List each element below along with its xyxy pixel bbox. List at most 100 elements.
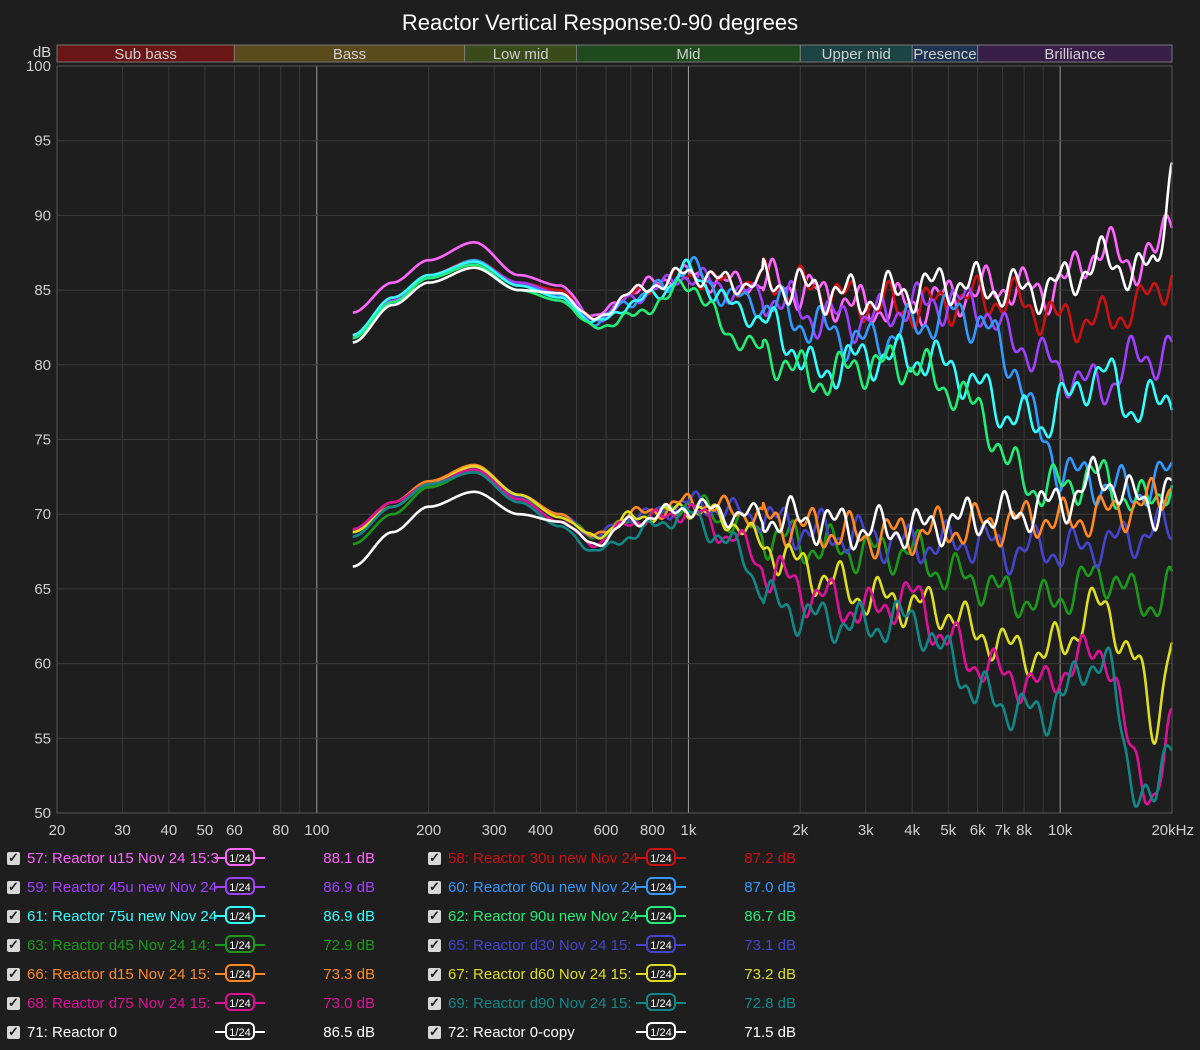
smoothing-badge[interactable]: 1/24 xyxy=(636,993,686,1013)
legend-checkbox[interactable] xyxy=(428,845,441,871)
y-tick-label: 70 xyxy=(34,506,51,523)
x-tick-label: 30 xyxy=(114,822,131,839)
legend-level-value: 73.2 dB xyxy=(744,966,796,983)
legend-item[interactable]: 58: Reactor 30u new Nov 24 1/24 87.2 dB xyxy=(428,845,828,872)
legend-series-name: 69: Reactor d90 Nov 24 15: xyxy=(448,995,632,1012)
band-label: Sub bass xyxy=(114,46,177,63)
y-tick-label: 60 xyxy=(34,656,51,673)
legend-series-name: 60: Reactor 60u new Nov 24 xyxy=(448,879,639,896)
legend-series-name: 68: Reactor d75 Nov 24 15: xyxy=(27,995,211,1012)
legend-series-name: 71: Reactor 0 xyxy=(27,1024,118,1041)
x-tick-label: 10k xyxy=(1048,822,1073,839)
x-tick-label: 1k xyxy=(681,822,697,839)
legend-series-name: 65: Reactor d30 Nov 24 15: xyxy=(448,937,632,954)
x-tick-label: 800 xyxy=(640,822,665,839)
x-tick-label: 7k xyxy=(995,822,1011,839)
x-tick-label: 60 xyxy=(226,822,243,839)
legend-series-name: 57: Reactor u15 Nov 24 15:3 xyxy=(27,850,219,867)
legend-checkbox[interactable] xyxy=(7,903,20,929)
x-tick-label: 600 xyxy=(593,822,618,839)
legend-item[interactable]: 68: Reactor d75 Nov 24 15: 1/24 73.0 dB xyxy=(7,990,407,1017)
y-tick-label: 85 xyxy=(34,282,51,299)
smoothing-label: 1/24 xyxy=(646,935,676,953)
legend-level-value: 87.0 dB xyxy=(744,879,796,896)
legend-item[interactable]: 57: Reactor u15 Nov 24 15:3 1/24 88.1 dB xyxy=(7,845,407,872)
legend-checkbox[interactable] xyxy=(7,932,20,958)
smoothing-badge[interactable]: 1/24 xyxy=(215,906,265,926)
y-tick-label: 80 xyxy=(34,357,51,374)
legend-item[interactable]: 69: Reactor d90 Nov 24 15: 1/24 72.8 dB xyxy=(428,990,828,1017)
smoothing-badge[interactable]: 1/24 xyxy=(215,848,265,868)
band-label: Upper mid xyxy=(822,46,891,63)
x-tick-label: 100 xyxy=(304,822,329,839)
smoothing-label: 1/24 xyxy=(225,993,255,1011)
legend: 57: Reactor u15 Nov 24 15:3 1/24 88.1 dB 58… xyxy=(0,845,1200,1050)
legend-level-value: 73.3 dB xyxy=(323,966,375,983)
smoothing-label: 1/24 xyxy=(225,1022,255,1040)
legend-item[interactable]: 61: Reactor 75u new Nov 24 1/24 86.9 dB xyxy=(7,903,407,930)
y-tick-label: 50 xyxy=(34,805,51,822)
band-label: Presence xyxy=(913,46,976,63)
legend-series-name: 67: Reactor d60 Nov 24 15: xyxy=(448,966,632,983)
legend-checkbox[interactable] xyxy=(428,903,441,929)
smoothing-badge[interactable]: 1/24 xyxy=(215,877,265,897)
smoothing-badge[interactable]: 1/24 xyxy=(215,935,265,955)
smoothing-label: 1/24 xyxy=(646,906,676,924)
legend-checkbox[interactable] xyxy=(428,932,441,958)
legend-checkbox[interactable] xyxy=(428,990,441,1016)
smoothing-label: 1/24 xyxy=(225,935,255,953)
legend-checkbox[interactable] xyxy=(428,1019,441,1045)
x-tick-label: 3k xyxy=(858,822,874,839)
band-label: Mid xyxy=(676,46,700,63)
legend-item[interactable]: 72: Reactor 0-copy 1/24 71.5 dB xyxy=(428,1019,828,1046)
legend-series-name: 59: Reactor 45u new Nov 24 xyxy=(27,879,218,896)
legend-checkbox[interactable] xyxy=(7,1019,20,1045)
legend-item[interactable]: 59: Reactor 45u new Nov 24 1/24 86.9 dB xyxy=(7,874,407,901)
legend-checkbox[interactable] xyxy=(7,874,20,900)
smoothing-label: 1/24 xyxy=(646,848,676,866)
legend-item[interactable]: 67: Reactor d60 Nov 24 15: 1/24 73.2 dB xyxy=(428,961,828,988)
smoothing-label: 1/24 xyxy=(225,848,255,866)
smoothing-badge[interactable]: 1/24 xyxy=(636,1022,686,1042)
legend-item[interactable]: 65: Reactor d30 Nov 24 15: 1/24 73.1 dB xyxy=(428,932,828,959)
legend-item[interactable]: 71: Reactor 0 1/24 86.5 dB xyxy=(7,1019,407,1046)
smoothing-label: 1/24 xyxy=(225,877,255,895)
x-tick-label: 6k xyxy=(970,822,986,839)
legend-level-value: 72.8 dB xyxy=(744,995,796,1012)
smoothing-badge[interactable]: 1/24 xyxy=(636,906,686,926)
legend-series-name: 66: Reactor d15 Nov 24 15: xyxy=(27,966,211,983)
x-tick-label: 200 xyxy=(416,822,441,839)
legend-checkbox[interactable] xyxy=(7,961,20,987)
legend-checkbox[interactable] xyxy=(428,961,441,987)
smoothing-badge[interactable]: 1/24 xyxy=(215,993,265,1013)
smoothing-badge[interactable]: 1/24 xyxy=(215,964,265,984)
legend-level-value: 73.0 dB xyxy=(323,995,375,1012)
smoothing-badge[interactable]: 1/24 xyxy=(636,848,686,868)
smoothing-badge[interactable]: 1/24 xyxy=(636,935,686,955)
x-tick-label: 400 xyxy=(528,822,553,839)
smoothing-badge[interactable]: 1/24 xyxy=(636,877,686,897)
smoothing-label: 1/24 xyxy=(646,877,676,895)
legend-checkbox[interactable] xyxy=(7,990,20,1016)
legend-series-name: 58: Reactor 30u new Nov 24 xyxy=(448,850,639,867)
legend-checkbox[interactable] xyxy=(7,845,20,871)
x-tick-label: 300 xyxy=(482,822,507,839)
band-label: Bass xyxy=(333,46,366,63)
smoothing-badge[interactable]: 1/24 xyxy=(215,1022,265,1042)
y-tick-label: 55 xyxy=(34,730,51,747)
legend-item[interactable]: 62: Reactor 90u new Nov 24 1/24 86.7 dB xyxy=(428,903,828,930)
legend-level-value: 86.9 dB xyxy=(323,879,375,896)
x-tick-label: 20kHz xyxy=(1151,822,1194,839)
legend-level-value: 87.2 dB xyxy=(744,850,796,867)
legend-item[interactable]: 66: Reactor d15 Nov 24 15: 1/24 73.3 dB xyxy=(7,961,407,988)
legend-level-value: 86.5 dB xyxy=(323,1024,375,1041)
smoothing-badge[interactable]: 1/24 xyxy=(636,964,686,984)
legend-item[interactable]: 63: Reactor d45 Nov 24 14: 1/24 72.9 dB xyxy=(7,932,407,959)
legend-level-value: 72.9 dB xyxy=(323,937,375,954)
legend-checkbox[interactable] xyxy=(428,874,441,900)
legend-item[interactable]: 60: Reactor 60u new Nov 24 1/24 87.0 dB xyxy=(428,874,828,901)
smoothing-label: 1/24 xyxy=(225,906,255,924)
smoothing-label: 1/24 xyxy=(646,964,676,982)
chart-title: Reactor Vertical Response:0-90 degrees xyxy=(402,10,798,35)
y-tick-label: 95 xyxy=(34,133,51,150)
